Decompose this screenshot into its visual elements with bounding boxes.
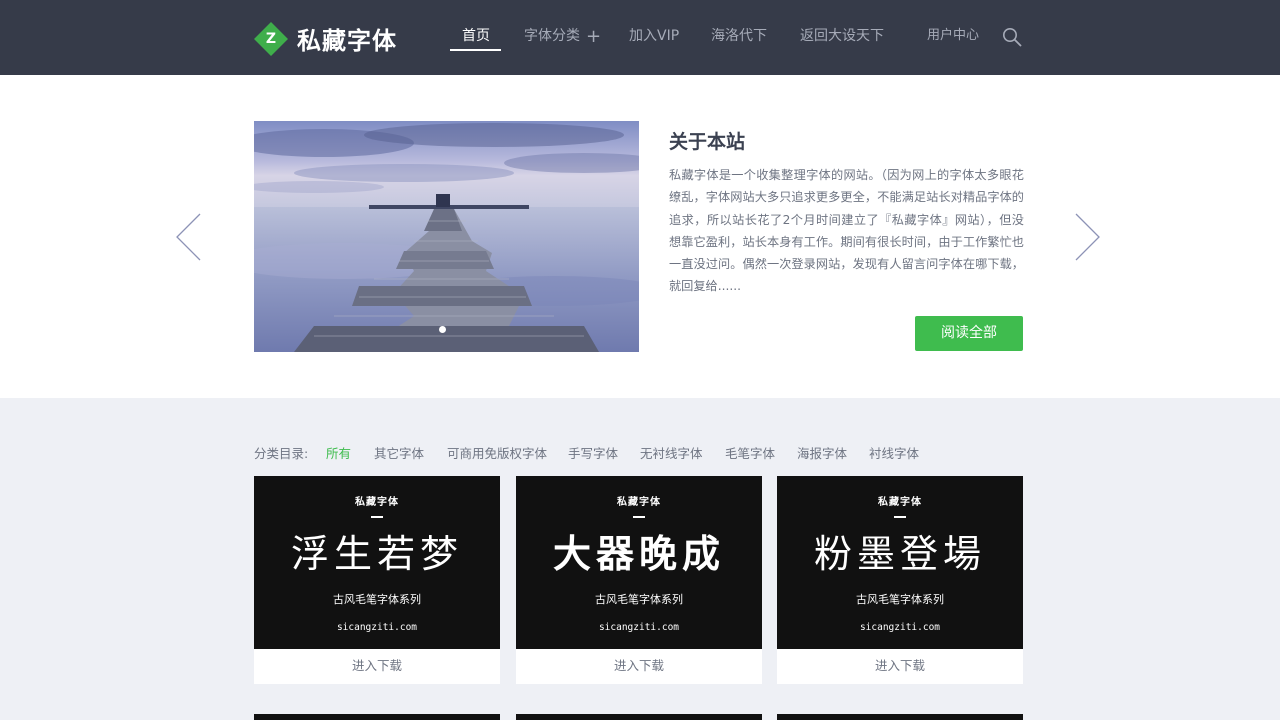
card-font-title: 大器晚成 bbox=[552, 531, 725, 576]
card-site: sicangziti.com bbox=[598, 622, 680, 633]
font-card-preview[interactable]: 私藏字体 浮生若梦 古风毛笔字体系列 sicangziti.com bbox=[254, 476, 500, 649]
carousel-next-arrow-icon[interactable] bbox=[1072, 212, 1102, 262]
font-card[interactable]: 私藏字体 粉墨登場 古风毛笔字体系列 sicangziti.com 进入下载 bbox=[777, 476, 1023, 684]
font-card[interactable]: 私藏字体 大器晚成 古风毛笔字体系列 sicangziti.com 进入下载 bbox=[516, 476, 762, 684]
download-button[interactable]: 进入下载 bbox=[254, 649, 500, 684]
category-label: 分类目录: bbox=[254, 446, 309, 461]
font-card-preview[interactable]: 私藏字体 大器晚成 古风毛笔字体系列 sicangziti.com bbox=[516, 476, 762, 649]
font-card-peek[interactable] bbox=[254, 714, 500, 720]
font-card-preview[interactable]: 私藏字体 粉墨登場 古风毛笔字体系列 sicangziti.com bbox=[777, 476, 1023, 649]
nav-home[interactable]: 首页 bbox=[462, 27, 490, 45]
card-brand: 私藏字体 bbox=[617, 497, 661, 508]
about-carousel: 关于本站 私藏字体是一个收集整理字体的网站。（因为网上的字体太多眼花缭乱，字体网… bbox=[0, 75, 1280, 398]
card-subtitle: 古风毛笔字体系列 bbox=[333, 593, 421, 606]
nav-active-underline bbox=[450, 49, 501, 51]
category-brush[interactable]: 毛笔字体 bbox=[725, 446, 775, 462]
category-poster[interactable]: 海报字体 bbox=[797, 446, 847, 462]
read-all-button[interactable]: 阅读全部 bbox=[915, 316, 1023, 351]
card-subtitle: 古风毛笔字体系列 bbox=[595, 593, 683, 606]
category-commercial-free[interactable]: 可商用免版权字体 bbox=[447, 446, 547, 462]
font-card[interactable]: 私藏字体 浮生若梦 古风毛笔字体系列 sicangziti.com 进入下载 bbox=[254, 476, 500, 684]
category-serif[interactable]: 衬线字体 bbox=[869, 446, 919, 462]
card-subtitle: 古风毛笔字体系列 bbox=[856, 593, 944, 606]
plus-icon: + bbox=[586, 26, 602, 47]
card-brand: 私藏字体 bbox=[355, 497, 399, 508]
category-other[interactable]: 其它字体 bbox=[374, 446, 424, 462]
carousel-dot[interactable] bbox=[439, 326, 446, 333]
card-font-title: 浮生若梦 bbox=[290, 532, 463, 576]
nav-font-categories[interactable]: 字体分类 + bbox=[524, 26, 602, 47]
category-all[interactable]: 所有 bbox=[326, 446, 351, 462]
nav-user-center[interactable]: 用户中心 bbox=[927, 27, 979, 45]
card-brand: 私藏字体 bbox=[878, 497, 922, 508]
category-handwriting[interactable]: 手写字体 bbox=[568, 446, 618, 462]
about-text: 私藏字体是一个收集整理字体的网站。（因为网上的字体太多眼花缭乱，字体网站大多只追… bbox=[669, 168, 1024, 294]
card-divider bbox=[633, 516, 645, 518]
card-site: sicangziti.com bbox=[859, 622, 941, 633]
hero-pier-image bbox=[254, 121, 639, 352]
about-title: 关于本站 bbox=[669, 131, 746, 153]
nav-back-to-dashe[interactable]: 返回大设天下 bbox=[800, 27, 884, 45]
category-sans-serif[interactable]: 无衬线字体 bbox=[640, 446, 703, 462]
search-icon[interactable] bbox=[1002, 27, 1022, 47]
card-divider bbox=[371, 516, 383, 518]
card-divider bbox=[894, 516, 906, 518]
logo-text: 私藏字体 bbox=[297, 27, 397, 55]
nav-hailuo-download[interactable]: 海洛代下 bbox=[711, 27, 767, 45]
nav-join-vip[interactable]: 加入VIP bbox=[629, 27, 679, 45]
font-card-peek[interactable] bbox=[516, 714, 762, 720]
top-header: Z 私藏字体 首页 字体分类 + 加入VIP 海洛代下 返回大设天下 用户中心 bbox=[0, 0, 1280, 75]
carousel-prev-arrow-icon[interactable] bbox=[174, 212, 204, 262]
card-site: sicangziti.com bbox=[336, 622, 418, 633]
download-button[interactable]: 进入下载 bbox=[777, 649, 1023, 684]
card-font-title: 粉墨登場 bbox=[813, 532, 986, 576]
download-button[interactable]: 进入下载 bbox=[516, 649, 762, 684]
font-card-peek[interactable] bbox=[777, 714, 1023, 720]
logo-diamond-icon: Z bbox=[254, 21, 288, 56]
site-logo[interactable]: Z 私藏字体 bbox=[254, 21, 397, 56]
